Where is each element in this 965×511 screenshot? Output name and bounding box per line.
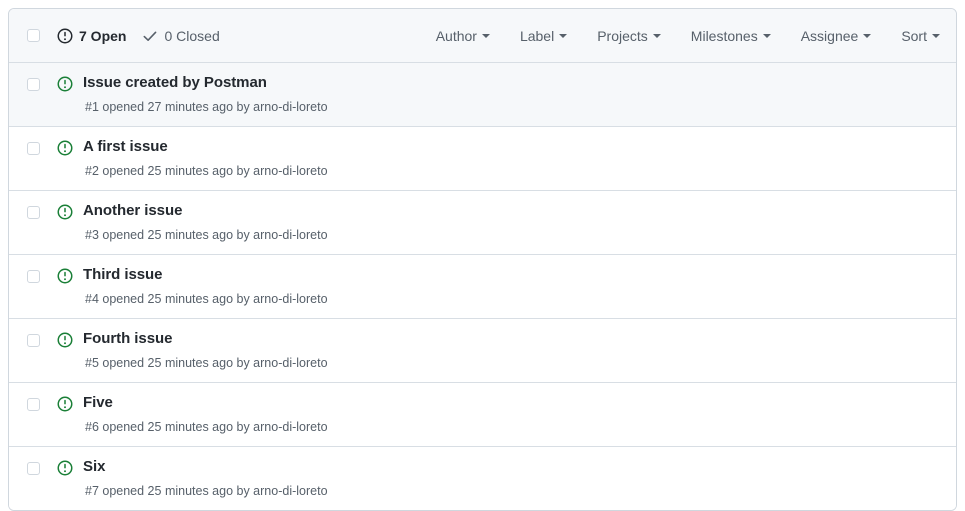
issue-title-link[interactable]: Another issue xyxy=(83,201,182,221)
issue-opened-icon xyxy=(57,268,73,284)
state-filters: 7 Open 0 Closed xyxy=(57,28,220,44)
label-filter-label: Label xyxy=(519,27,555,44)
select-all-checkbox[interactable] xyxy=(26,29,40,42)
chevron-down-icon xyxy=(559,33,568,38)
issue-row-4[interactable]: Third issue #4 opened 25 minutes ago by … xyxy=(9,255,956,319)
chevron-down-icon xyxy=(481,33,490,38)
issue-opened-icon xyxy=(57,204,73,220)
issue-main: Five #6 opened 25 minutes ago by arno-di… xyxy=(83,393,956,436)
issue-title-link[interactable]: Fourth issue xyxy=(83,329,172,349)
issue-main: Issue created by Postman #1 opened 27 mi… xyxy=(83,73,956,116)
issues-rows: Issue created by Postman #1 opened 27 mi… xyxy=(9,63,956,510)
row-checkbox-cell xyxy=(9,265,57,283)
issue-row-7[interactable]: Six #7 opened 25 minutes ago by arno-di-… xyxy=(9,447,956,510)
issue-row-6[interactable]: Five #6 opened 25 minutes ago by arno-di… xyxy=(9,383,956,447)
issue-meta: #3 opened 25 minutes ago by arno-di-lore… xyxy=(85,228,328,242)
assignee-filter-dropdown[interactable]: Assignee xyxy=(801,28,872,44)
row-checkbox-cell xyxy=(9,73,57,91)
milestones-filter-label: Milestones xyxy=(690,27,758,44)
issue-title-link[interactable]: Third issue xyxy=(83,265,163,285)
closed-issues-filter[interactable]: 0 Closed xyxy=(142,27,220,44)
issue-title-link[interactable]: Issue created by Postman xyxy=(83,73,267,93)
issue-meta: #6 opened 25 minutes ago by arno-di-lore… xyxy=(85,420,328,434)
issue-select-checkbox[interactable] xyxy=(26,206,40,219)
issue-state-icon-cell xyxy=(57,329,83,353)
issue-select-checkbox[interactable] xyxy=(26,334,40,347)
open-issues-count-label: 7 Open xyxy=(79,27,127,44)
issue-meta: #5 opened 25 minutes ago by arno-di-lore… xyxy=(85,356,328,370)
row-checkbox-cell xyxy=(9,329,57,347)
issue-state-icon-cell xyxy=(57,201,83,225)
chevron-down-icon xyxy=(863,33,872,38)
issue-row-5[interactable]: Fourth issue #5 opened 25 minutes ago by… xyxy=(9,319,956,383)
issue-meta: #4 opened 25 minutes ago by arno-di-lore… xyxy=(85,292,328,306)
issue-select-checkbox[interactable] xyxy=(26,462,40,475)
author-filter-label: Author xyxy=(435,27,477,44)
issue-opened-icon xyxy=(57,460,73,476)
issue-row-1[interactable]: Issue created by Postman #1 opened 27 mi… xyxy=(9,63,956,127)
issue-meta: #1 opened 27 minutes ago by arno-di-lore… xyxy=(85,100,328,114)
open-issues-filter[interactable]: 7 Open xyxy=(57,28,126,44)
issue-state-icon-cell xyxy=(57,393,83,417)
label-filter-dropdown[interactable]: Label xyxy=(519,27,568,44)
assignee-filter-label: Assignee xyxy=(800,27,859,44)
issue-main: A first issue #2 opened 25 minutes ago b… xyxy=(83,137,956,180)
issue-title-link[interactable]: Five xyxy=(83,393,113,413)
issue-state-icon-cell xyxy=(57,73,83,97)
row-checkbox-cell xyxy=(9,137,57,155)
row-checkbox-cell xyxy=(9,201,57,219)
sort-filter-label: Sort xyxy=(901,27,927,44)
check-icon xyxy=(142,28,158,44)
issue-state-icon-cell xyxy=(57,457,83,481)
issue-row-2[interactable]: A first issue #2 opened 25 minutes ago b… xyxy=(9,127,956,191)
issue-select-checkbox[interactable] xyxy=(26,78,40,91)
issues-list-header: 7 Open 0 Closed Author Label Projects Mi… xyxy=(9,9,956,63)
chevron-down-icon xyxy=(652,33,661,38)
issue-opened-icon xyxy=(57,28,73,44)
issue-state-icon-cell xyxy=(57,265,83,289)
milestones-filter-dropdown[interactable]: Milestones xyxy=(691,28,771,44)
issue-select-checkbox[interactable] xyxy=(26,398,40,411)
issue-opened-icon xyxy=(57,396,73,412)
author-filter-dropdown[interactable]: Author xyxy=(436,28,490,44)
issue-state-icon-cell xyxy=(57,137,83,161)
issue-meta: #2 opened 25 minutes ago by arno-di-lore… xyxy=(85,164,328,178)
projects-filter-dropdown[interactable]: Projects xyxy=(597,28,661,44)
issue-opened-icon xyxy=(57,140,73,156)
row-checkbox-cell xyxy=(9,457,57,475)
issue-meta: #7 opened 25 minutes ago by arno-di-lore… xyxy=(85,484,328,498)
issue-opened-icon xyxy=(57,332,73,348)
select-all-checkbox-cell xyxy=(9,29,57,42)
issue-main: Six #7 opened 25 minutes ago by arno-di-… xyxy=(83,457,956,500)
issue-title-link[interactable]: Six xyxy=(83,457,105,477)
row-checkbox-cell xyxy=(9,393,57,411)
issue-row-3[interactable]: Another issue #3 opened 25 minutes ago b… xyxy=(9,191,956,255)
chevron-down-icon xyxy=(932,33,940,38)
issue-main: Third issue #4 opened 25 minutes ago by … xyxy=(83,265,956,308)
issue-title-link[interactable]: A first issue xyxy=(83,137,168,157)
chevron-down-icon xyxy=(762,33,771,38)
issue-main: Fourth issue #5 opened 25 minutes ago by… xyxy=(83,329,956,372)
issue-select-checkbox[interactable] xyxy=(26,270,40,283)
projects-filter-label: Projects xyxy=(597,27,648,44)
issues-list-container: 7 Open 0 Closed Author Label Projects Mi… xyxy=(8,8,957,511)
issue-opened-icon xyxy=(57,76,73,92)
issue-main: Another issue #3 opened 25 minutes ago b… xyxy=(83,201,956,244)
sort-filter-dropdown[interactable]: Sort xyxy=(901,28,940,44)
filter-menus: Author Label Projects Milestones Assigne… xyxy=(436,28,940,44)
closed-issues-count-label: 0 Closed xyxy=(164,27,220,44)
issue-select-checkbox[interactable] xyxy=(26,142,40,155)
